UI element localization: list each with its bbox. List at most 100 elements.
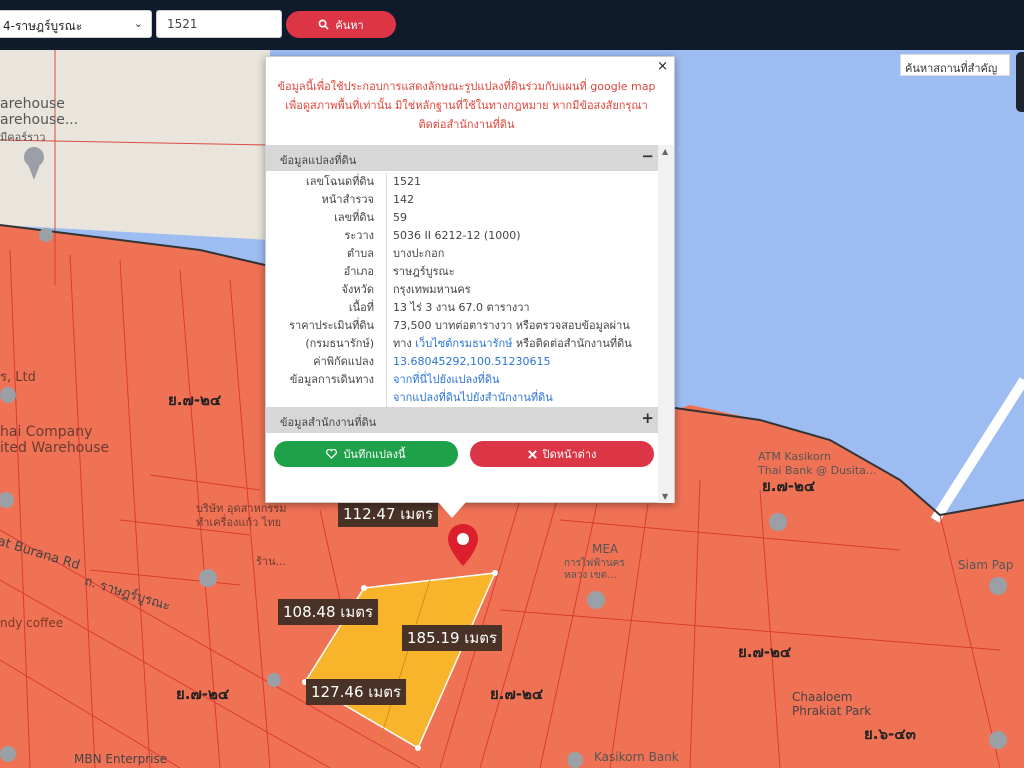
- info-label: ตำบล: [346, 247, 374, 260]
- search-button[interactable]: ค้นหา: [286, 11, 396, 38]
- info-value: 1521: [386, 173, 646, 191]
- info-label: เลขที่ดิน: [334, 211, 374, 224]
- place-label-warehouse-2: arehouse...: [0, 112, 79, 128]
- chevron-down-icon: ⌄: [133, 17, 143, 30]
- zone-label: ย.๗-๒๔: [762, 477, 816, 495]
- search-icon: [318, 19, 330, 30]
- info-value: 59: [386, 209, 646, 227]
- scroll-down-icon[interactable]: ▼: [662, 492, 668, 501]
- info-row: เลขที่ดิน 59: [266, 209, 660, 227]
- measurement-left: 108.48 เมตร: [278, 599, 379, 625]
- info-row: ข้อมูลการเดินทาง จากที่นี่ไปยังแปลงที่ดิน: [266, 371, 660, 389]
- place-label-ndy-coffee: ndy coffee: [0, 616, 64, 630]
- place-label-mea: MEA: [592, 542, 619, 556]
- parcel-info-popup: × ข้อมูลนี้เพื่อใช้ประกอบการแสดงลักษณะรู…: [265, 56, 675, 503]
- info-value: 73,500 บาทต่อตารางวา หรือตรวจสอบข้อมูลผ่…: [386, 317, 646, 335]
- info-value: บางปะกอก: [386, 245, 646, 263]
- directions-to-office-link[interactable]: จากแปลงที่ดินไปยังสำนักงานที่ดิน: [393, 391, 553, 404]
- zone-label: ย.๗-๒๔: [168, 391, 222, 409]
- popup-scrollbar[interactable]: ▲ ▼: [658, 145, 674, 503]
- measurement-top: 112.47 เมตร: [338, 501, 439, 527]
- info-label: ราคาประเมินที่ดิน: [289, 319, 374, 332]
- location-pin-icon[interactable]: [448, 524, 478, 566]
- land-office-title: ข้อมูลสำนักงานที่ดิน: [280, 416, 377, 429]
- info-value: ราษฎร์บูรณะ: [386, 263, 646, 281]
- close-icon: [527, 449, 537, 459]
- place-label-siam-pap: Siam Pap: [958, 558, 1014, 572]
- disclaimer-notice: ข้อมูลนี้เพื่อใช้ประกอบการแสดงลักษณะรูปแ…: [277, 80, 656, 131]
- directions-to-parcel-link[interactable]: จากที่นี่ไปยังแปลงที่ดิน: [393, 373, 499, 386]
- info-value-prefix: ทาง: [393, 337, 416, 350]
- collapse-icon[interactable]: −: [641, 147, 654, 165]
- place-label-kasikorn: Kasikorn Bank: [594, 750, 679, 764]
- info-row: ตำบล บางปะกอก: [266, 245, 660, 263]
- place-label-shop: ร้าน...: [256, 555, 287, 568]
- place-label-company-th: บริษัท อุดสาหกรรม ทำเครื่องแก้ว ไทย: [196, 502, 287, 529]
- parcel-number-input[interactable]: 1521: [156, 10, 282, 38]
- place-label-chaloem-park: Chaaloem Phrakiat Park: [792, 690, 872, 718]
- info-row: เนื้อที่ 13 ไร่ 3 งาน 67.0 ตารางวา: [266, 299, 660, 317]
- close-window-label: ปิดหน้าต่าง: [542, 448, 597, 461]
- info-value: 13.68045292,100.51230615: [386, 353, 646, 371]
- place-label-warehouse: arehouse: [0, 96, 65, 112]
- info-label: ค่าพิกัดแปลง: [313, 355, 374, 368]
- info-value: จากที่นี่ไปยังแปลงที่ดิน: [386, 371, 646, 389]
- measurement-right: 185.19 เมตร: [402, 625, 503, 651]
- info-label: เนื้อที่: [348, 301, 374, 314]
- info-label: เลขโฉนดที่ดิน: [306, 175, 374, 188]
- place-label-company: hai Company: [0, 424, 93, 440]
- info-value: ทาง เว็บไซต์กรมธนารักษ์ หรือติดต่อสำนักง…: [386, 335, 646, 353]
- place-label-mbn: MBN Enterprise: [74, 752, 168, 766]
- close-window-button[interactable]: ปิดหน้าต่าง: [470, 441, 654, 467]
- land-info-title: ข้อมูลแปลงที่ดิน: [280, 154, 357, 167]
- info-label: (กรมธนารักษ์): [305, 337, 374, 350]
- save-parcel-label: บันทึกแปลงนี้: [343, 448, 406, 461]
- info-label: อำเภอ: [343, 265, 374, 278]
- district-select[interactable]: 4-ราษฎร์บูรณะ ⌄: [0, 10, 152, 38]
- place-label-electric: การไฟฟ้านคร หลวง เขต...: [564, 558, 625, 581]
- info-row: (กรมธนารักษ์) ทาง เว็บไซต์กรมธนารักษ์ หรื…: [266, 335, 660, 353]
- map-side-control[interactable]: [1016, 52, 1024, 112]
- place-label-ltd: ร, Ltd: [0, 370, 36, 385]
- info-row: เลขโฉนดที่ดิน 1521: [266, 173, 660, 191]
- info-row: ราคาประเมินที่ดิน 73,500 บาทต่อตารางวา หร…: [266, 317, 660, 335]
- info-row: อำเภอ ราษฎร์บูรณะ: [266, 263, 660, 281]
- info-label: ระวาง: [344, 229, 374, 242]
- treasury-website-link[interactable]: เว็บไซต์กรมธนารักษ์: [415, 337, 512, 350]
- save-parcel-button[interactable]: บันทึกแปลงนี้: [274, 441, 458, 467]
- zone-label: ย.๖-๔๓: [864, 725, 916, 743]
- info-value: 13 ไร่ 3 งาน 67.0 ตารางวา: [386, 299, 646, 317]
- info-label: จังหวัด: [341, 283, 374, 296]
- zone-label: ย.๗-๒๔: [176, 685, 230, 703]
- info-value: จากแปลงที่ดินไปยังสำนักงานที่ดิน: [386, 389, 646, 407]
- place-search-input[interactable]: ค้นหาสถานที่สำคัญ: [900, 54, 1010, 76]
- land-info-header[interactable]: ข้อมูลแปลงที่ดิน −: [266, 145, 660, 171]
- info-row: จากแปลงที่ดินไปยังสำนักงานที่ดิน: [266, 389, 660, 407]
- info-label: ข้อมูลการเดินทาง: [289, 373, 374, 386]
- info-label: หน้าสำรวจ: [321, 193, 374, 206]
- info-value: 5036 II 6212-12 (1000): [386, 227, 646, 245]
- close-icon[interactable]: ×: [657, 59, 668, 74]
- info-row: หน้าสำรวจ 142: [266, 191, 660, 209]
- land-office-header[interactable]: ข้อมูลสำนักงานที่ดิน +: [266, 407, 660, 433]
- zone-label: ย.๗-๒๔: [490, 685, 544, 703]
- top-toolbar: 4-ราษฎร์บูรณะ ⌄ 1521 ค้นหา: [0, 0, 1024, 50]
- info-row: ระวาง 5036 II 6212-12 (1000): [266, 227, 660, 245]
- expand-icon[interactable]: +: [641, 409, 654, 427]
- info-row: ค่าพิกัดแปลง 13.68045292,100.51230615: [266, 353, 660, 371]
- zone-label: ย.๗-๒๔: [738, 643, 792, 661]
- place-label-united-warehouse: ited Warehouse: [0, 440, 110, 456]
- popup-actions: บันทึกแปลงนี้ ปิดหน้าต่าง: [274, 441, 654, 467]
- info-label: [266, 389, 386, 407]
- measurement-bottom: 127.46 เมตร: [306, 679, 407, 705]
- place-label-warehouse-3: มีคอร์ราว: [0, 131, 46, 144]
- land-info-table: เลขโฉนดที่ดิน 1521 หน้าสำรวจ 142 เลขที่ดิน…: [266, 173, 660, 407]
- search-button-label: ค้นหา: [335, 18, 364, 32]
- info-value-suffix: หรือติดต่อสำนักงานที่ดิน: [512, 337, 632, 350]
- scroll-up-icon[interactable]: ▲: [662, 147, 668, 156]
- info-value: กรุงเทพมหานคร: [386, 281, 646, 299]
- info-value: 142: [386, 191, 646, 209]
- district-select-value: 4-ราษฎร์บูรณะ: [3, 19, 83, 33]
- popup-scroll-area[interactable]: ข้อมูลแปลงที่ดิน − เลขโฉนดที่ดิน 1521 หน้…: [266, 145, 660, 495]
- coordinates-link[interactable]: 13.68045292,100.51230615: [393, 355, 550, 368]
